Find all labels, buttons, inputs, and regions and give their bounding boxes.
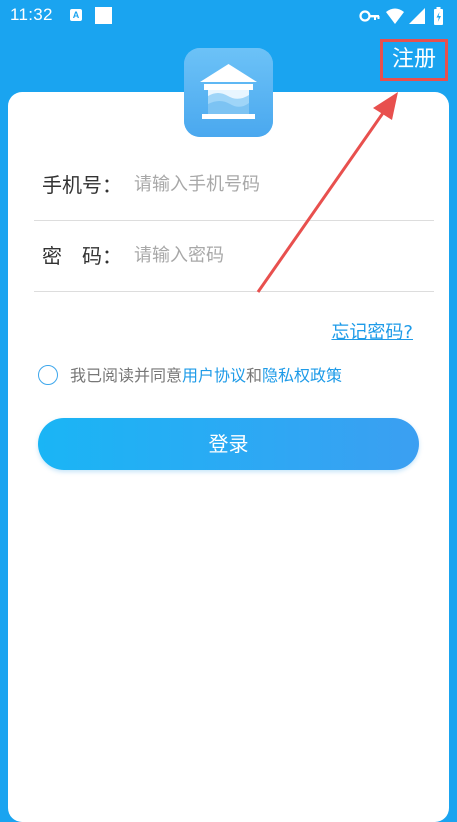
agree-radio-icon[interactable] <box>38 365 58 385</box>
status-time: 11:32 <box>10 5 53 24</box>
wifi-icon <box>386 8 404 24</box>
agreement-prefix: 我已阅读并同意 <box>70 366 183 385</box>
password-label: 密 码： <box>42 244 122 268</box>
register-button[interactable]: 注册 <box>380 39 448 81</box>
status-icons-svg <box>359 7 443 25</box>
forgot-password-link[interactable]: 忘记密码? <box>331 318 413 344</box>
notification-square-icon <box>95 7 112 24</box>
agreement-and: 和 <box>246 366 263 385</box>
signal-icon <box>409 8 425 24</box>
agreement-row: 我已阅读并同意用户协议和隐私权政策 <box>38 364 342 388</box>
notification-a-icon: A <box>70 9 82 21</box>
key-icon <box>359 10 380 22</box>
phone-field-row: 手机号： <box>34 150 434 221</box>
password-field-row: 密 码： <box>34 221 434 292</box>
user-agreement-link[interactable]: 用户协议 <box>182 366 246 385</box>
house-logo-icon <box>184 48 273 137</box>
password-input[interactable] <box>134 237 424 273</box>
status-icons <box>359 6 449 26</box>
battery-icon <box>434 7 443 25</box>
phone-input[interactable] <box>134 166 424 202</box>
login-button[interactable]: 登录 <box>38 418 419 470</box>
phone-label: 手机号： <box>42 173 122 197</box>
privacy-policy-link[interactable]: 隐私权政策 <box>262 366 342 385</box>
status-bar: 11:32 A <box>0 0 457 32</box>
app-logo <box>184 48 273 137</box>
